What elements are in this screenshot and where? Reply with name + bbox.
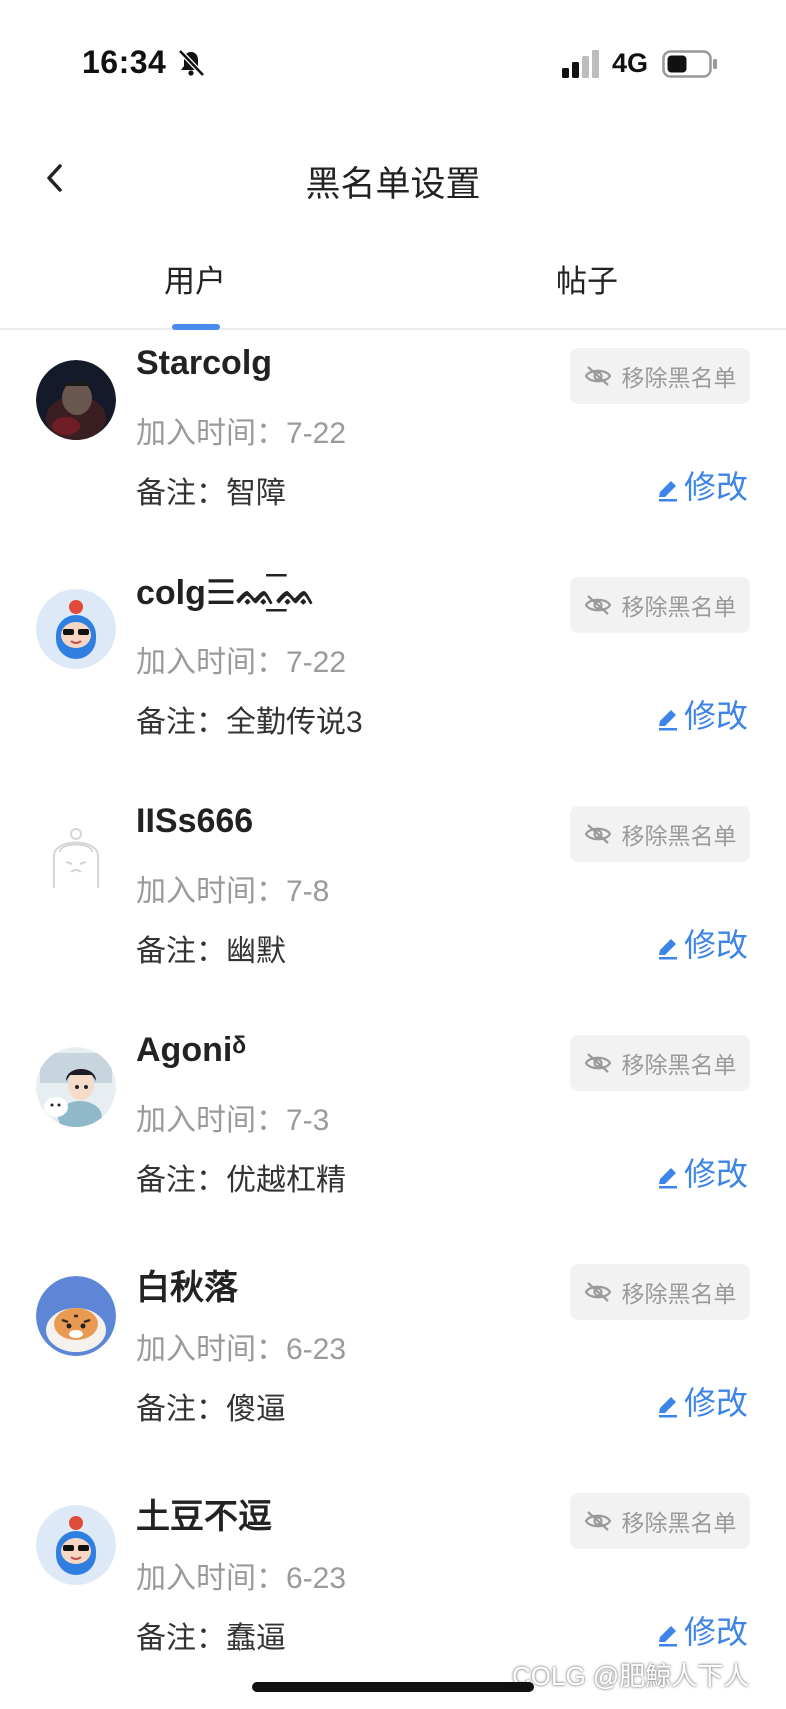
edit-label: 修改 [684, 927, 749, 963]
eye-slash-icon [584, 1053, 611, 1073]
eye-slash-icon [584, 824, 611, 844]
signal-icon [562, 50, 599, 78]
remove-from-blacklist-button[interactable]: 移除黑名单 [570, 806, 750, 862]
user-name: 土豆不逗 [136, 1498, 272, 1536]
remove-button-label: 移除黑名单 [621, 1052, 737, 1078]
eye-slash-icon [584, 1282, 611, 1302]
list-item: 白秋落 加入时间：6-23 备注：傻逼 移除黑名单 修改 [0, 1246, 786, 1475]
list-item: Agoniᵟ 加入时间：7-3 备注：优越杠精 移除黑名单 修改 [0, 1017, 786, 1246]
list-item: colg☰ᨐ͟͞ᨐ 加入时间：7-22 备注：全勤传说3 移除黑名单 修改 [0, 559, 786, 788]
remove-from-blacklist-button[interactable]: 移除黑名单 [570, 1264, 750, 1320]
nav-bar: 黑名单设置 [0, 140, 786, 220]
tab-posts[interactable]: 帖子 [556, 256, 618, 301]
avatar[interactable] [36, 1047, 116, 1127]
edit-label: 修改 [684, 1385, 749, 1421]
join-time: 加入时间：7-8 [136, 875, 330, 908]
pencil-icon [659, 481, 677, 502]
edit-note-button[interactable]: 修改 [656, 462, 748, 508]
watermark: COLG @肥鯨人下人 [512, 1661, 750, 1691]
bell-muted-icon [178, 49, 205, 77]
avatar[interactable] [36, 1505, 116, 1585]
page-title: 黑名单设置 [305, 165, 481, 204]
user-name: colg☰ᨐ͟͞ᨐ [136, 574, 317, 612]
remove-button-label: 移除黑名单 [621, 594, 737, 620]
edit-note-button[interactable]: 修改 [656, 1607, 748, 1653]
remove-from-blacklist-button[interactable]: 移除黑名单 [570, 577, 750, 633]
avatar[interactable] [36, 360, 116, 440]
join-time: 加入时间：6-23 [136, 1333, 347, 1366]
remove-button-label: 移除黑名单 [621, 1510, 737, 1536]
blacklist-user-list: Starcolg 加入时间：7-22 备注：智障 移除黑名单 修改 colg☰ᨐ… [0, 330, 786, 1704]
pencil-icon [659, 1168, 677, 1189]
join-time: 加入时间：7-22 [136, 417, 347, 450]
edit-label: 修改 [684, 698, 749, 734]
avatar[interactable] [36, 589, 116, 669]
edit-label: 修改 [684, 1614, 749, 1650]
remove-button-label: 移除黑名单 [621, 823, 737, 849]
remove-from-blacklist-button[interactable]: 移除黑名单 [570, 1035, 750, 1091]
avatar[interactable] [36, 818, 116, 898]
pencil-icon [659, 1397, 677, 1418]
pencil-icon [659, 710, 677, 731]
edit-label: 修改 [684, 1156, 749, 1192]
status-time: 16:34 [82, 44, 167, 80]
edit-note-button[interactable]: 修改 [656, 920, 748, 966]
home-indicator [252, 1682, 534, 1692]
pencil-icon [659, 939, 677, 960]
remove-from-blacklist-button[interactable]: 移除黑名单 [570, 1493, 750, 1549]
user-note: 备注：全勤传说3 [136, 706, 363, 739]
list-item: Starcolg 加入时间：7-22 备注：智障 移除黑名单 修改 [0, 330, 786, 559]
user-name: Starcolg [136, 344, 273, 382]
tab-users[interactable]: 用户 [164, 256, 226, 301]
join-time: 加入时间：7-22 [136, 646, 347, 679]
network-label: 4G [612, 48, 649, 78]
pencil-icon [659, 1626, 677, 1647]
user-note: 备注：幽默 [136, 935, 286, 968]
edit-note-button[interactable]: 修改 [656, 1378, 748, 1424]
avatar[interactable] [36, 1276, 116, 1356]
join-time: 加入时间：6-23 [136, 1562, 347, 1595]
join-time: 加入时间：7-3 [136, 1104, 330, 1137]
list-item: IISs666 加入时间：7-8 备注：幽默 移除黑名单 修改 [0, 788, 786, 1017]
edit-note-button[interactable]: 修改 [656, 1149, 748, 1195]
eye-slash-icon [584, 595, 611, 615]
tab-bar: 用户 帖子 [0, 240, 786, 330]
remove-button-label: 移除黑名单 [621, 1281, 737, 1307]
remove-button-label: 移除黑名单 [621, 365, 737, 391]
status-bar: 16:34 4G [0, 0, 786, 130]
edit-label: 修改 [684, 469, 749, 505]
user-note: 备注：智障 [136, 477, 286, 510]
eye-slash-icon [584, 1511, 611, 1531]
user-name: Agoniᵟ [136, 1031, 247, 1069]
eye-slash-icon [584, 366, 611, 386]
user-note: 备注：蠢逼 [136, 1622, 286, 1655]
user-note: 备注：傻逼 [136, 1393, 286, 1426]
edit-note-button[interactable]: 修改 [656, 691, 748, 737]
battery-icon [662, 50, 717, 78]
remove-from-blacklist-button[interactable]: 移除黑名单 [570, 348, 750, 404]
user-name: 白秋落 [136, 1269, 238, 1307]
user-name: IISs666 [136, 802, 254, 840]
user-note: 备注：优越杠精 [136, 1164, 346, 1197]
